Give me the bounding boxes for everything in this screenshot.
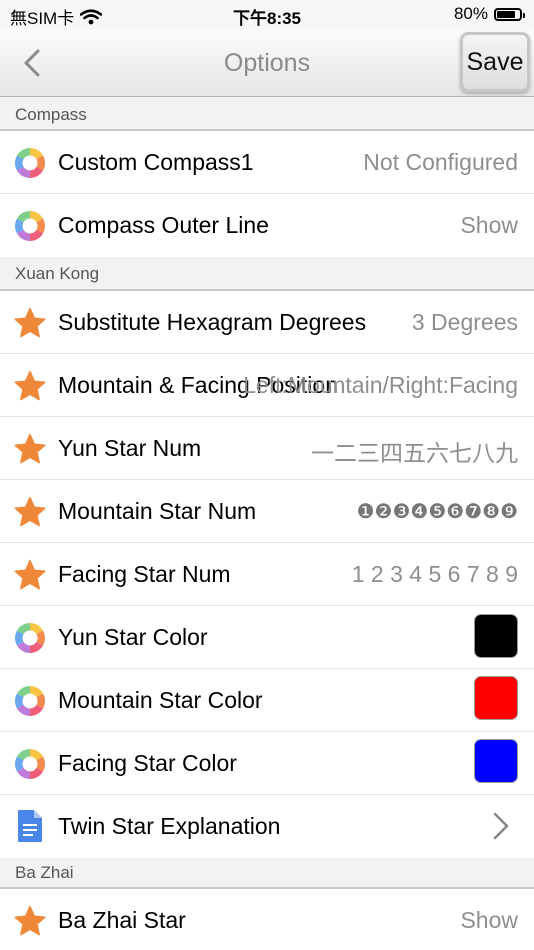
row-substitute-hexagram-degrees[interactable]: Substitute Hexagram Degrees 3 Degrees — [0, 291, 534, 354]
star-icon — [14, 496, 46, 528]
row-label: Yun Star Num — [58, 435, 202, 461]
row-label: Ba Zhai Star — [58, 907, 186, 933]
row-value: Show — [460, 907, 518, 933]
row-mountain-star-color[interactable]: Mountain Star Color — [0, 669, 534, 732]
row-label: Yun Star Color — [58, 624, 208, 650]
row-label: Facing Star Color — [58, 750, 237, 776]
chevron-right-icon — [493, 812, 509, 840]
battery-percent: 80% — [453, 4, 488, 23]
section-header-compass: Compass — [0, 97, 534, 131]
row-value: 3 Degrees — [411, 309, 518, 335]
document-icon — [18, 810, 42, 842]
status-right: 80% — [453, 4, 525, 24]
row-yun-star-color[interactable]: Yun Star Color — [0, 606, 534, 669]
row-value: 一二三四五六七八九 — [311, 441, 518, 467]
save-button[interactable]: Save — [460, 32, 530, 92]
star-icon — [14, 307, 46, 339]
row-twin-star-explanation[interactable]: Twin Star Explanation — [0, 795, 534, 858]
star-icon — [14, 433, 46, 465]
row-value: Show — [460, 212, 518, 238]
row-mountain-facing-position[interactable]: Mountain & Facing Position Left:Mountain… — [0, 354, 534, 417]
section-title: Ba Zhai — [15, 863, 74, 882]
row-label: Substitute Hexagram Degrees — [58, 309, 367, 335]
facing-star-color-swatch[interactable] — [474, 739, 518, 783]
section-header-xuan-kong: Xuan Kong — [0, 257, 534, 291]
page-title: Options — [223, 49, 311, 77]
color-wheel-icon — [14, 748, 46, 780]
row-yun-star-num[interactable]: Yun Star Num 一二三四五六七八九 — [0, 417, 534, 480]
row-value: Not Configured — [363, 149, 518, 175]
row-label: Compass Outer Line — [58, 212, 269, 238]
section-title: Compass — [15, 105, 87, 124]
row-label: Twin Star Explanation — [58, 813, 281, 839]
star-icon — [14, 559, 46, 591]
color-wheel-icon — [14, 210, 46, 242]
row-label: Mountain Star Num — [58, 498, 257, 524]
color-wheel-icon — [14, 147, 46, 179]
color-wheel-icon — [14, 622, 46, 654]
color-wheel-icon — [14, 685, 46, 717]
row-facing-star-num[interactable]: Facing Star Num 1 2 3 4 5 6 7 8 9 — [0, 543, 534, 606]
row-facing-star-color[interactable]: Facing Star Color — [0, 732, 534, 795]
row-mountain-star-num[interactable]: Mountain Star Num ❶❷❸❹❺❻❼❽❾ — [0, 480, 534, 543]
row-value: Left:Mountain/Right:Facing — [243, 372, 518, 398]
row-custom-compass[interactable]: Custom Compass1 Not Configured — [0, 131, 534, 194]
section-title: Xuan Kong — [15, 264, 100, 283]
row-label: Custom Compass1 — [58, 149, 254, 175]
navigation-bar: Options Save — [0, 30, 534, 97]
mountain-star-color-swatch[interactable] — [474, 676, 518, 720]
row-value: 1 2 3 4 5 6 7 8 9 — [351, 561, 518, 587]
status-bar: 無SIM卡 下午8:35 80% — [0, 0, 534, 30]
star-icon — [14, 905, 46, 937]
row-value: ❶❷❸❹❺❻❼❽❾ — [356, 499, 518, 523]
row-compass-outer-line[interactable]: Compass Outer Line Show — [0, 194, 534, 257]
battery-icon — [494, 7, 525, 21]
row-label: Mountain Star Color — [58, 687, 263, 713]
section-header-ba-zhai: Ba Zhai — [0, 858, 534, 889]
yun-star-color-swatch[interactable] — [474, 614, 518, 658]
row-label: Facing Star Num — [58, 561, 231, 587]
star-icon — [14, 370, 46, 402]
row-ba-zhai-star[interactable]: Ba Zhai Star Show — [0, 889, 534, 950]
